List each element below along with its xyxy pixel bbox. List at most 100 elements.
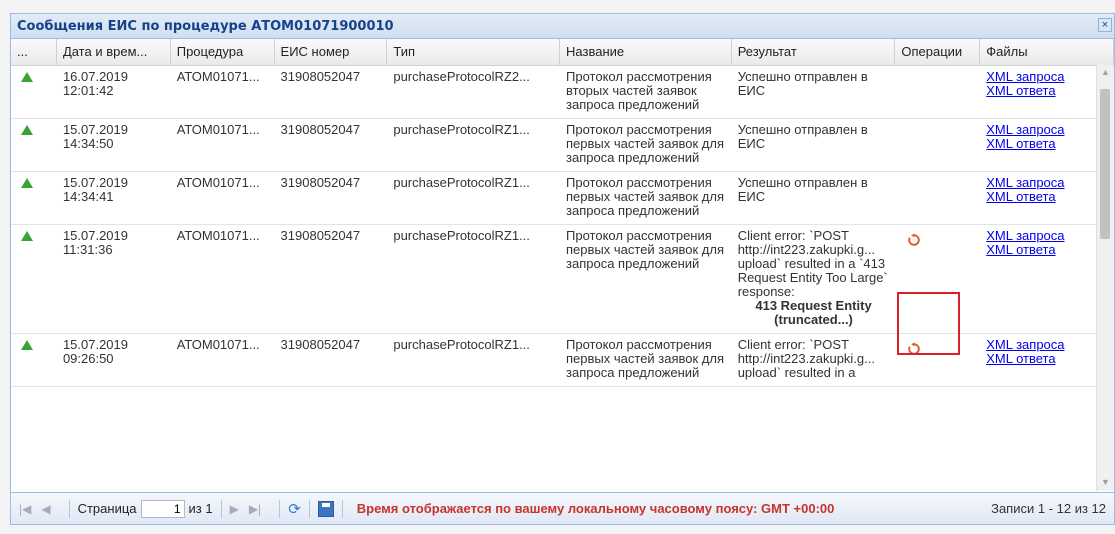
first-page-icon[interactable]: |◀ xyxy=(19,502,31,516)
procedure-cell: АТОМ01071... xyxy=(176,228,260,243)
toolbar-separator xyxy=(308,499,310,518)
operations-cell xyxy=(895,66,980,118)
toolbar-separator xyxy=(220,499,222,518)
green-up-triangle-icon xyxy=(21,231,33,241)
xml-request-link[interactable]: XML запроса xyxy=(986,123,1108,137)
files-cell: XML запроса XML ответа xyxy=(980,334,1114,386)
files-cell: XML запроса XML ответа xyxy=(980,66,1114,118)
files-cell: XML запроса XML ответа xyxy=(980,172,1114,224)
procedure-cell: АТОМ01071... xyxy=(176,69,260,84)
xml-request-link[interactable]: XML запроса xyxy=(986,338,1108,352)
date-cell: 15.07.2019 11:31:36 xyxy=(62,228,129,257)
vertical-scrollbar[interactable]: ▲ ▼ xyxy=(1096,65,1114,491)
result-text: Client error: `POST http://int223.zakupk… xyxy=(737,228,888,299)
xml-request-link[interactable]: XML запроса xyxy=(986,176,1108,190)
retry-icon[interactable] xyxy=(907,342,921,356)
table-row[interactable]: 16.07.2019 12:01:42 АТОМ01071... 3190805… xyxy=(11,66,1114,119)
column-header-result[interactable]: Результат xyxy=(732,39,896,65)
page-number-input[interactable] xyxy=(140,499,185,518)
last-page-icon[interactable]: ▶| xyxy=(249,502,261,516)
green-up-triangle-icon xyxy=(21,125,33,135)
procedure-cell: АТОМ01071... xyxy=(176,175,260,190)
retry-icon[interactable] xyxy=(907,233,921,247)
green-up-triangle-icon xyxy=(21,72,33,82)
close-button[interactable]: × xyxy=(1098,18,1112,32)
records-count: Записи 1 - 12 из 12 xyxy=(991,501,1106,516)
type-cell: purchaseProtocolRZ1... xyxy=(393,122,530,137)
result-error-detail: 413 Request Entity (truncated...) xyxy=(755,298,872,327)
procedure-cell: АТОМ01071... xyxy=(176,122,260,137)
scrollbar-thumb[interactable] xyxy=(1100,89,1110,239)
result-cell: Успешно отправлен в ЕИС xyxy=(732,66,896,118)
grid-body: 16.07.2019 12:01:42 АТОМ01071... 3190805… xyxy=(11,66,1114,387)
date-cell: 15.07.2019 14:34:41 xyxy=(62,175,129,204)
xml-response-link[interactable]: XML ответа xyxy=(986,84,1108,98)
timezone-message: Время отображается по вашему локальному … xyxy=(356,501,835,516)
table-row[interactable]: 15.07.2019 11:31:36 АТОМ01071... 3190805… xyxy=(11,225,1114,334)
type-cell: purchaseProtocolRZ2... xyxy=(393,69,530,84)
row-status-cell xyxy=(11,172,57,224)
column-header-eis-number[interactable]: ЕИС номер xyxy=(275,39,388,65)
next-page-icon[interactable]: ▶ xyxy=(230,502,239,516)
xml-response-link[interactable]: XML ответа xyxy=(986,137,1108,151)
xml-response-link[interactable]: XML ответа xyxy=(986,352,1108,366)
result-cell: Client error: `POST http://int223.zakupk… xyxy=(732,225,896,333)
files-cell: XML запроса XML ответа xyxy=(980,119,1114,171)
messages-grid: ... Дата и врем... Процедура ЕИС номер Т… xyxy=(11,39,1114,491)
name-cell: Протокол рассмотрения вторых частей заяв… xyxy=(566,69,712,112)
green-up-triangle-icon xyxy=(21,340,33,350)
window-titlebar[interactable]: Сообщения ЕИС по процедуре АТОМ010719000… xyxy=(11,14,1114,39)
save-icon[interactable] xyxy=(317,500,334,517)
grid-header: ... Дата и врем... Процедура ЕИС номер Т… xyxy=(11,39,1114,66)
date-cell: 15.07.2019 09:26:50 xyxy=(62,337,129,366)
toolbar-separator xyxy=(68,499,70,518)
page-label: Страница xyxy=(77,501,137,516)
name-cell: Протокол рассмотрения первых частей заяв… xyxy=(566,122,725,165)
table-row[interactable]: 15.07.2019 14:34:41 АТОМ01071... 3190805… xyxy=(11,172,1114,225)
operations-cell xyxy=(895,172,980,224)
name-cell: Протокол рассмотрения первых частей заяв… xyxy=(566,337,725,380)
procedure-cell: АТОМ01071... xyxy=(176,337,260,352)
paging-toolbar: |◀ ◀ Страница из 1 ▶ ▶| ⟳ Время отобража… xyxy=(11,492,1114,524)
prev-page-icon[interactable]: ◀ xyxy=(41,502,50,516)
row-status-cell xyxy=(11,119,57,171)
xml-response-link[interactable]: XML ответа xyxy=(986,243,1108,257)
green-up-triangle-icon xyxy=(21,178,33,188)
operations-cell xyxy=(895,334,980,386)
xml-response-link[interactable]: XML ответа xyxy=(986,190,1108,204)
result-text: Успешно отправлен в ЕИС xyxy=(737,175,868,204)
column-header-name[interactable]: Название xyxy=(560,39,732,65)
operations-cell xyxy=(895,119,980,171)
name-cell: Протокол рассмотрения первых частей заяв… xyxy=(566,228,725,271)
scroll-down-icon[interactable]: ▼ xyxy=(1101,477,1110,487)
column-header-procedure[interactable]: Процедура xyxy=(171,39,275,65)
result-cell: Client error: `POST http://int223.zakupk… xyxy=(732,334,896,386)
files-cell: XML запроса XML ответа xyxy=(980,225,1114,333)
row-status-cell xyxy=(11,334,57,386)
xml-request-link[interactable]: XML запроса xyxy=(986,70,1108,84)
eis-number-cell: 31908052047 xyxy=(280,337,361,352)
eis-number-cell: 31908052047 xyxy=(280,122,361,137)
type-cell: purchaseProtocolRZ1... xyxy=(393,337,530,352)
row-status-cell xyxy=(11,66,57,118)
xml-request-link[interactable]: XML запроса xyxy=(986,229,1108,243)
column-header-menu[interactable]: ... xyxy=(11,39,57,65)
eis-messages-window: Сообщения ЕИС по процедуре АТОМ010719000… xyxy=(10,13,1115,525)
table-row[interactable]: 15.07.2019 14:34:50 АТОМ01071... 3190805… xyxy=(11,119,1114,172)
row-status-cell xyxy=(11,225,57,333)
toolbar-separator xyxy=(341,499,343,518)
column-header-operations[interactable]: Операции xyxy=(895,39,981,65)
refresh-icon[interactable]: ⟳ xyxy=(288,500,301,518)
type-cell: purchaseProtocolRZ1... xyxy=(393,175,530,190)
operations-cell xyxy=(895,225,980,333)
column-header-date[interactable]: Дата и врем... xyxy=(57,39,171,65)
scroll-up-icon[interactable]: ▲ xyxy=(1101,67,1110,77)
type-cell: purchaseProtocolRZ1... xyxy=(393,228,530,243)
table-row[interactable]: 15.07.2019 09:26:50 АТОМ01071... 3190805… xyxy=(11,334,1114,387)
eis-number-cell: 31908052047 xyxy=(280,228,361,243)
column-header-type[interactable]: Тип xyxy=(387,39,561,65)
eis-number-cell: 31908052047 xyxy=(280,69,361,84)
result-cell: Успешно отправлен в ЕИС xyxy=(732,172,896,224)
result-cell: Успешно отправлен в ЕИС xyxy=(732,119,896,171)
column-header-files[interactable]: Файлы xyxy=(980,39,1114,65)
